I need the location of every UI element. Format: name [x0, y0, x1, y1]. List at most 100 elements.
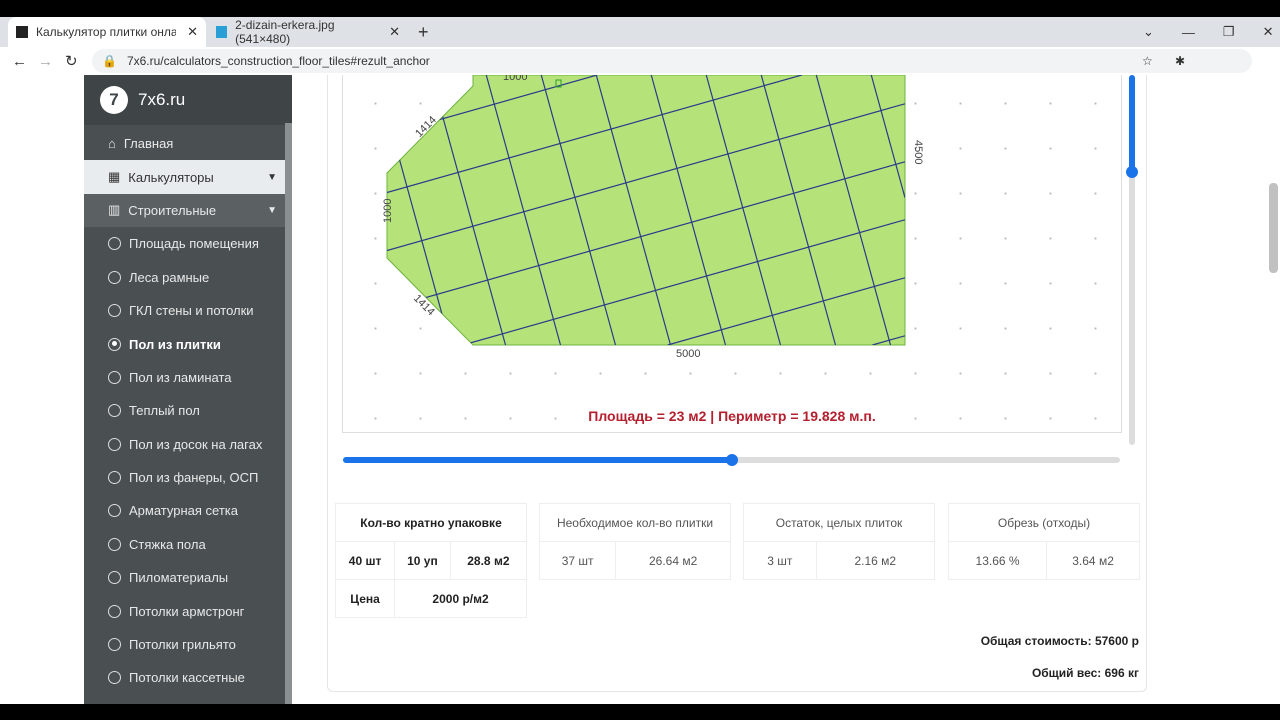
dim-right: 4500 [912, 140, 924, 164]
sidebar-item-calculators[interactable]: ▦ Калькуляторы ▼ [84, 160, 285, 194]
price-value: 2000 р/м2 [394, 579, 527, 618]
zoom-slider-thumb[interactable] [726, 454, 738, 466]
dim-bottom: 5000 [676, 348, 700, 360]
radio-icon [108, 537, 121, 551]
waste-percent: 13.66 % [947, 541, 1048, 580]
zoom-slider[interactable] [343, 454, 1120, 466]
sidebar-item-calculator[interactable]: Леса рамные [84, 261, 285, 294]
total-cost: Общая стоимость: 57600 р [980, 634, 1139, 648]
restore-icon[interactable]: ❐ [1223, 24, 1235, 40]
window-controls: ⌄ — ❐ ✕ [1135, 17, 1280, 47]
sidebar-item-calculator[interactable]: Потолки армстронг [84, 594, 285, 627]
sidebar-item-calculator[interactable]: Пол из фанеры, ОСП [84, 461, 285, 494]
sidebar-item-calculator[interactable]: Пол из плитки [84, 327, 285, 360]
radio-icon [108, 437, 121, 451]
sidebar-nav: ⌂ Главная ▦ Калькуляторы ▼ ▥ Строительные ▼ П… [84, 127, 285, 695]
needed-pcs: 37 шт [538, 541, 617, 580]
vertical-slider[interactable] [1126, 75, 1138, 445]
home-icon: ⌂ [108, 136, 116, 152]
radio-icon [108, 370, 121, 384]
tab-image[interactable]: 2-dizain-erkera.jpg (541×480) ✕ [208, 17, 408, 47]
page-scrollbar[interactable] [1269, 183, 1278, 273]
radio-icon [108, 604, 121, 618]
needed-table: Необходимое кол-во плитки 37 шт 26.64 м2 [538, 503, 731, 580]
needed-area: 26.64 м2 [615, 541, 731, 580]
dim-top: 1000 [503, 75, 527, 83]
building-icon: ▥ [108, 202, 121, 218]
radio-icon [108, 404, 121, 418]
floor-drawing-canvas[interactable]: 1000 1414 1000 1414 5000 4500 Площадь = … [342, 75, 1122, 433]
tile-grid-line [387, 75, 393, 78]
vertical-slider-thumb[interactable] [1126, 166, 1138, 178]
sidebar-item-calculator[interactable]: Потолки грильято [84, 628, 285, 661]
sidebar-scrollbar[interactable] [285, 123, 292, 704]
lock-icon: 🔒 [102, 54, 117, 68]
sidebar-item-construction[interactable]: ▥ Строительные ▼ [84, 193, 285, 228]
chevron-down-icon: ▼ [267, 204, 277, 216]
radio-icon [108, 337, 121, 351]
radio-icon [108, 237, 121, 251]
minimize-icon[interactable]: — [1182, 25, 1195, 40]
zoom-slider-fill [343, 457, 732, 463]
pack-pcs: 40 шт [334, 541, 396, 580]
site-favicon-icon [16, 26, 28, 38]
tab-search-icon[interactable]: ⌄ [1143, 24, 1154, 40]
pack-area: 28.8 м2 [449, 541, 528, 580]
waste-header: Обрезь (отходы) [948, 503, 1140, 542]
sidebar-item-calculator[interactable]: Теплый пол [84, 394, 285, 427]
sidebar-item-calculator[interactable]: Потолки кассетные [84, 661, 285, 694]
waste-table: Обрезь (отходы) 13.66 % 3.64 м2 [947, 503, 1140, 580]
sidebar-item-calculator[interactable]: Площадь помещения [84, 227, 285, 260]
address-bar: ← → ↻ 🔒 7x6.ru/calculators_construction_f… [0, 47, 1280, 75]
image-favicon-icon [216, 26, 228, 38]
sidebar-item-calculator[interactable]: ГКЛ стены и потолки [84, 294, 285, 327]
forward-icon[interactable]: → [38, 53, 53, 70]
remain-area: 2.16 м2 [815, 541, 936, 580]
sidebar-item-calculator[interactable]: Арматурная сетка [84, 494, 285, 527]
sidebar-item-calculator[interactable]: Стяжка пола [84, 528, 285, 561]
radio-icon [108, 304, 121, 318]
extensions-icon[interactable]: ✱ [1175, 54, 1185, 68]
sidebar-item-home[interactable]: ⌂ Главная [84, 127, 285, 160]
back-icon[interactable]: ← [12, 53, 27, 70]
close-tab-icon[interactable]: ✕ [187, 24, 198, 40]
sidebar-item-calculator[interactable]: Пол из досок на лагах [84, 428, 285, 461]
radio-icon [108, 638, 121, 652]
remain-table: Остаток, целых плиток 3 шт 2.16 м2 [743, 503, 936, 580]
pack-table: Кол-во кратно упаковке 40 шт 10 уп 28.8 м2… [334, 503, 528, 618]
chevron-down-icon: ▼ [267, 171, 277, 183]
sidebar-item-calculator[interactable]: Пиломатериалы [84, 561, 285, 594]
page-content: 7 7x6.ru ⌂ Главная ▦ Калькуляторы ▼ ▥ Строите… [0, 75, 1280, 704]
radio-icon [108, 671, 121, 685]
remain-pcs: 3 шт [743, 541, 817, 580]
reload-icon[interactable]: ↻ [65, 52, 78, 70]
url-field[interactable]: 🔒 7x6.ru/calculators_construction_floor_t… [92, 49, 1252, 73]
dim-left: 1000 [382, 199, 394, 223]
pack-header: Кол-во кратно упаковке [335, 503, 527, 542]
sidebar: 7 7x6.ru ⌂ Главная ▦ Калькуляторы ▼ ▥ Строите… [84, 75, 292, 704]
needed-header: Необходимое кол-во плитки [539, 503, 731, 542]
waste-area: 3.64 м2 [1046, 541, 1140, 580]
close-tab-icon[interactable]: ✕ [389, 24, 400, 40]
radio-icon [108, 571, 121, 585]
radio-icon [108, 471, 121, 485]
vertical-slider-fill [1129, 75, 1135, 172]
tab-calculator[interactable]: Калькулятор плитки онлайн + с✕ [8, 17, 206, 47]
price-label: Цена [334, 579, 396, 618]
floor-plan: 1000 1414 1000 1414 5000 4500 [382, 75, 924, 360]
radio-icon [108, 270, 121, 284]
close-window-icon[interactable]: ✕ [1263, 24, 1274, 40]
radio-icon [108, 504, 121, 518]
area-perimeter-result: Площадь = 23 м2 | Периметр = 19.828 м.п. [588, 408, 876, 424]
tile-grid-line [387, 313, 397, 345]
bookmark-star-icon[interactable]: ☆ [1142, 54, 1153, 68]
pack-count: 10 уп [394, 541, 451, 580]
logo-icon: 7 [100, 86, 128, 114]
new-tab-button[interactable]: + [410, 17, 437, 47]
tab-bar: Калькулятор плитки онлайн + с✕ 2-dizain-… [0, 17, 1280, 47]
site-logo[interactable]: 7 7x6.ru [84, 75, 292, 125]
total-weight: Общий вес: 696 кг [1031, 666, 1139, 680]
remain-header: Остаток, целых плиток [743, 503, 935, 542]
calculator-icon: ▦ [108, 169, 121, 185]
sidebar-item-calculator[interactable]: Пол из ламината [84, 361, 285, 394]
